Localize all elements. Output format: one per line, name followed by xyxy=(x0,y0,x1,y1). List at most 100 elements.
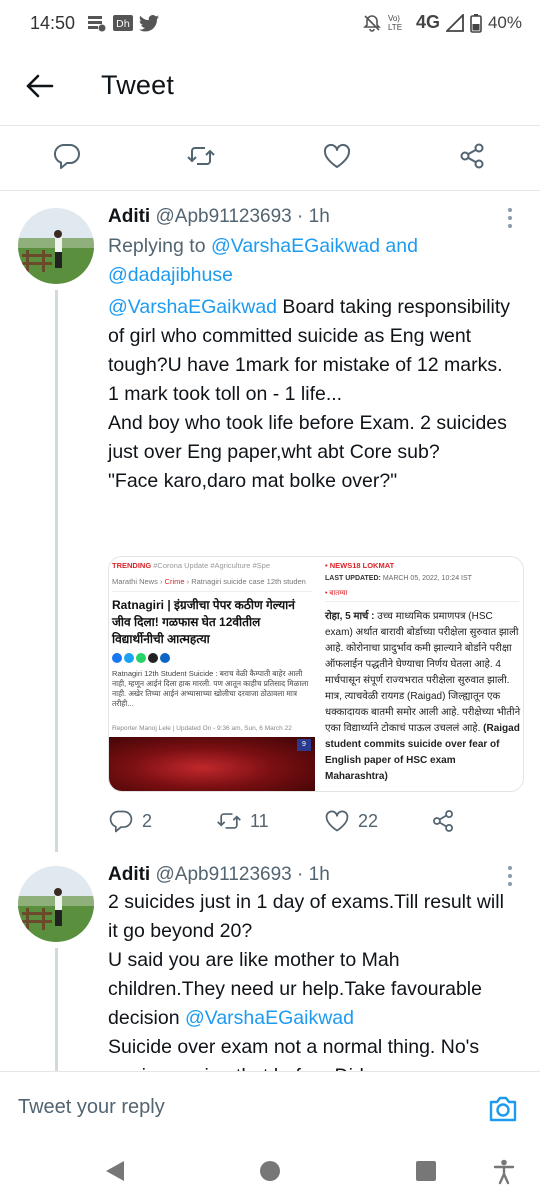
tweet-time: 1h xyxy=(308,864,330,885)
nav-recents-icon[interactable] xyxy=(415,1159,437,1183)
thread-line xyxy=(55,948,58,1071)
divider xyxy=(112,591,312,592)
share-buttons xyxy=(112,653,170,663)
battery-percent: 40% xyxy=(487,12,522,32)
thread-line xyxy=(55,290,58,852)
volte-label: Vo) LTE xyxy=(387,13,403,32)
like-count: 22 xyxy=(358,810,379,831)
app-header: Tweet xyxy=(0,48,540,126)
retweet-icon xyxy=(217,813,241,829)
accessibility-icon[interactable] xyxy=(493,1159,515,1185)
article-reporter: Reporter Manoj Lele | Updated On - 9:36 … xyxy=(112,725,292,732)
share-button[interactable] xyxy=(430,806,456,836)
camera-icon[interactable] xyxy=(486,1092,520,1126)
breadcrumb-item: Marathi News xyxy=(112,577,158,586)
article-image: 9 xyxy=(109,737,315,791)
tweet-text-line: Suicide over exam not a normal thing. No… xyxy=(108,1036,480,1058)
back-arrow-icon[interactable] xyxy=(24,70,56,102)
article-headline: Ratnagiri | इंग्रजीचा पेपर कठीण गेल्यानं… xyxy=(112,598,295,646)
network-type: 4G xyxy=(415,12,440,32)
reply-input[interactable]: Tweet your reply xyxy=(18,1096,165,1119)
mention-link[interactable]: @VarshaEGaikwad xyxy=(108,296,277,318)
twitter-notification-icon xyxy=(138,15,160,32)
last-updated-label: LAST UPDATED: xyxy=(325,575,381,582)
email-icon xyxy=(148,653,158,663)
reply-composer: Tweet your reply xyxy=(0,1071,540,1147)
tweet-text-line: 1 mark took toll on - 1 life... xyxy=(108,383,343,405)
signal-icon xyxy=(445,13,464,32)
retweet-icon[interactable] xyxy=(186,141,216,171)
author-handle[interactable]: @Apb91123693 xyxy=(156,206,292,227)
author-name[interactable]: Aditi xyxy=(108,864,150,885)
tweet-header: Aditi @Apb91123693 · 1h xyxy=(108,864,330,886)
mention-link[interactable]: @dadajibhuse xyxy=(108,264,233,286)
share-icon xyxy=(433,810,453,832)
page-title: Tweet xyxy=(101,70,175,100)
battery-icon xyxy=(470,13,482,33)
mention-link[interactable]: @VarshaEGaikwad xyxy=(211,235,380,257)
status-right: Vo) LTE 4G 40% xyxy=(362,12,522,33)
more-options-icon[interactable] xyxy=(508,208,514,232)
reply-count-button[interactable]: 2 xyxy=(108,806,152,836)
tweet-text-line: "Face karo,daro mat bolke over?" xyxy=(108,470,398,492)
article-text: उच्च माध्यमिक प्रमाणपत्र (HSC exam) अर्थ… xyxy=(325,611,521,734)
author-name[interactable]: Aditi xyxy=(108,206,150,227)
replying-prefix: Replying to xyxy=(108,235,211,257)
retweet-count-button[interactable]: 11 xyxy=(216,806,269,836)
tweet-header: Aditi @Apb91123693 · 1h xyxy=(108,206,330,228)
mention-link[interactable]: @VarshaEGaikwad xyxy=(185,1007,354,1029)
article-dateline: रोहा, 5 मार्च : xyxy=(325,611,375,622)
article-body: रोहा, 5 मार्च : उच्च माध्यमिक प्रमाणपत्र… xyxy=(325,609,521,785)
like-icon[interactable] xyxy=(322,141,352,171)
last-updated: LAST UPDATED: MARCH 05, 2022, 10:24 IST xyxy=(325,575,472,582)
replying-to: Replying to @VarshaEGaikwad and @dadajib… xyxy=(108,232,518,290)
avatar[interactable] xyxy=(18,866,94,942)
trending-topics: #Corona Update #Agriculture #Spe xyxy=(153,561,271,570)
tweet-text: 2 suicides just in 1 day of exams.Till r… xyxy=(108,888,518,1071)
facebook-icon xyxy=(112,653,122,663)
reply-icon xyxy=(109,810,133,833)
last-updated-value: MARCH 05, 2022, 10:24 IST xyxy=(380,575,472,582)
share-icon[interactable] xyxy=(457,141,487,171)
source-tag: • NEWS18 LOKMAT xyxy=(325,561,395,570)
nav-home-icon[interactable] xyxy=(259,1159,281,1183)
divider xyxy=(325,601,519,602)
like-count-button[interactable]: 22 xyxy=(324,806,378,836)
breadcrumb-item: Crime xyxy=(164,577,185,586)
separator-dot: · xyxy=(297,206,304,227)
author-handle[interactable]: @Apb91123693 xyxy=(156,864,292,885)
avatar[interactable] xyxy=(18,208,94,284)
media-image-right[interactable]: • NEWS18 LOKMAT LAST UPDATED: MARCH 05, … xyxy=(319,557,523,791)
more-options-icon[interactable] xyxy=(508,866,514,890)
status-time: 14:50 xyxy=(30,13,76,33)
article-body: Ratnagiri 12th Student Suicide : बराच वे… xyxy=(112,669,309,708)
tweet-text: @VarshaEGaikwad Board taking responsibil… xyxy=(108,293,526,496)
main-tweet-actions xyxy=(0,127,540,191)
replying-and: and xyxy=(380,235,418,257)
system-nav-bar xyxy=(0,1147,540,1200)
linkedin-icon xyxy=(160,653,170,663)
reply-icon[interactable] xyxy=(52,141,82,171)
status-bar: 14:50 Dh Vo) LTE 4G 40% xyxy=(0,0,540,48)
trending-bar: TRENDING #Corona Update #Agriculture #Sp… xyxy=(112,561,270,570)
mute-icon xyxy=(363,14,381,32)
reply-tweet[interactable]: Aditi @Apb91123693 · 1h 2 suicides just … xyxy=(0,852,540,1071)
breadcrumb: Marathi News › Crime › Ratnagiri suicide… xyxy=(112,577,306,586)
tweet-time: 1h xyxy=(308,206,330,227)
tweet-text-line: are increasing that before Did... xyxy=(108,1062,518,1071)
media-image-left[interactable]: TRENDING #Corona Update #Agriculture #Sp… xyxy=(109,557,315,791)
news-app-icon: Dh xyxy=(113,15,133,31)
reply-count: 2 xyxy=(142,810,153,831)
retweet-count: 11 xyxy=(250,810,269,831)
tweet-stats: 2 11 22 xyxy=(108,806,528,836)
whatsapp-icon xyxy=(136,653,146,663)
tweet-media[interactable]: TRENDING #Corona Update #Agriculture #Sp… xyxy=(108,556,524,792)
twitter-icon xyxy=(124,653,134,663)
channel-logo: 9 xyxy=(297,739,311,751)
breadcrumb-item: Ratnagiri suicide case 12th studen xyxy=(191,577,306,586)
separator-dot: · xyxy=(297,864,304,885)
svg-text:Dh: Dh xyxy=(116,19,130,30)
trending-label: TRENDING xyxy=(112,561,152,570)
section-label: • बातम्या xyxy=(325,590,348,597)
nav-back-icon[interactable] xyxy=(104,1159,126,1183)
